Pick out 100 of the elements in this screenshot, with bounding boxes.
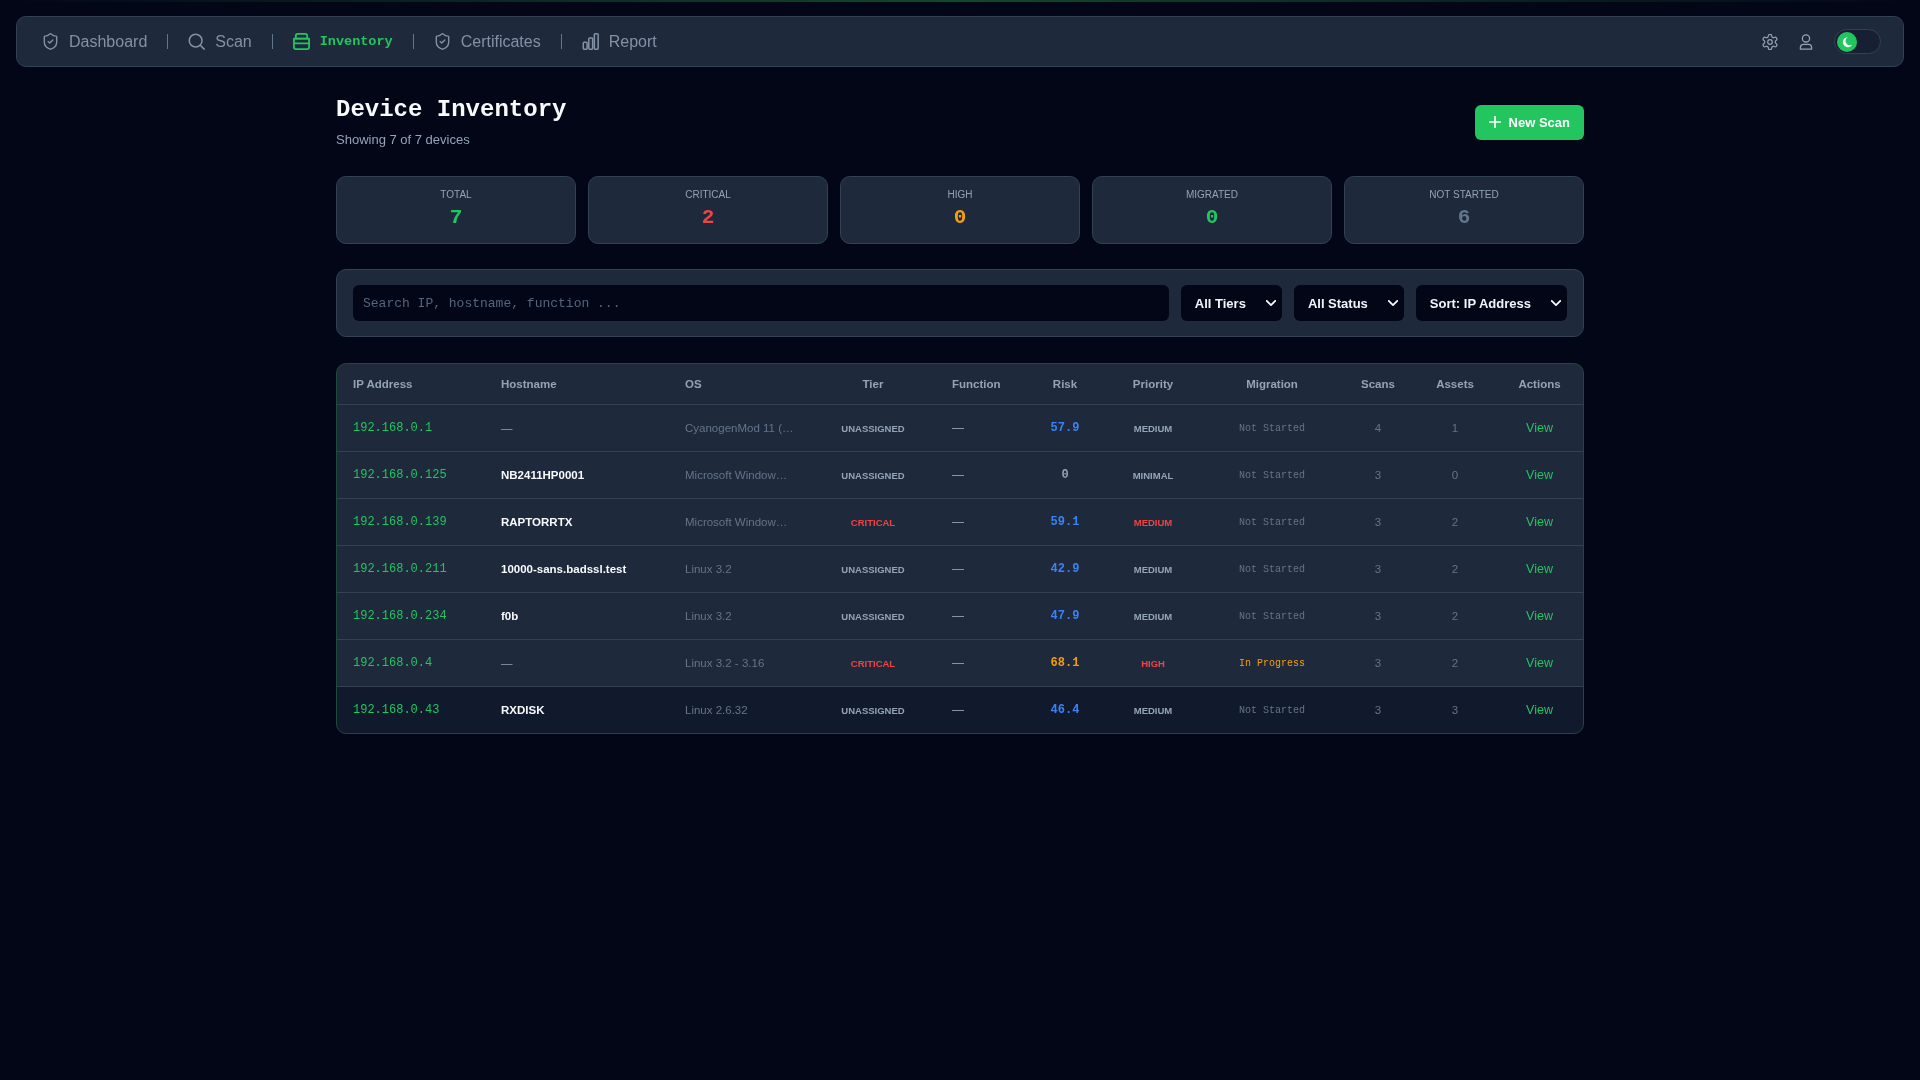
scan-count: 3: [1374, 610, 1382, 622]
ip-address-text: 192.168.0.125: [353, 468, 447, 482]
column-header: Priority: [1132, 378, 1174, 390]
search-icon: [188, 33, 206, 50]
tier-label: UNASSIGNED: [841, 610, 905, 622]
settings-icon[interactable]: [1762, 33, 1778, 50]
hostname-text: RXDISK: [501, 704, 545, 716]
risk-score: 42.9: [1050, 562, 1080, 576]
stat-value: 0: [953, 205, 967, 231]
ip-address-text: 192.168.0.211: [353, 562, 447, 576]
migration-status: In Progress: [1239, 657, 1305, 669]
nav-tab[interactable]: Scan: [188, 32, 252, 51]
scan-count: 3: [1374, 704, 1382, 716]
ip-address-text: 192.168.0.234: [353, 609, 447, 623]
migration-status: Not Started: [1239, 516, 1305, 528]
column-header: Migration: [1246, 378, 1298, 390]
shield-check-icon: [433, 33, 451, 50]
ip-address-text: 192.168.0.43: [353, 703, 440, 717]
stat-value: 2: [701, 205, 715, 231]
view-link[interactable]: View: [1526, 562, 1553, 576]
nav-tab[interactable]: Certificates: [433, 32, 541, 51]
stat-label: NOT STARTED: [1429, 188, 1499, 202]
asset-count: 0: [1451, 469, 1459, 481]
priority-label: MEDIUM: [1133, 610, 1173, 622]
asset-count: 2: [1451, 516, 1459, 528]
tier-label: CRITICAL: [850, 516, 896, 528]
stat-value: 6: [1457, 205, 1471, 231]
view-link[interactable]: View: [1526, 703, 1553, 717]
theme-toggle[interactable]: [1834, 29, 1881, 54]
nav-tab[interactable]: Dashboard: [42, 32, 148, 51]
function-text: —: [952, 421, 964, 435]
filter-dropdown[interactable]: All Status: [1293, 285, 1404, 321]
bar-chart-icon: [581, 33, 599, 50]
ip-address-text: 192.168.0.1: [353, 421, 433, 435]
asset-count: 2: [1451, 657, 1459, 669]
hostname-text: RAPTORRTX: [501, 516, 573, 528]
tier-label: UNASSIGNED: [841, 563, 905, 575]
os-text: Linux 3.2: [685, 563, 732, 575]
device-count-text: Showing 7 of 7 devices: [336, 131, 471, 149]
hostname-text: 10000-sans.badssl.test: [501, 563, 627, 575]
function-text: —: [952, 562, 964, 576]
scan-count: 3: [1374, 469, 1382, 481]
ip-address-text: 192.168.0.139: [353, 515, 447, 529]
view-link[interactable]: View: [1526, 609, 1553, 623]
risk-score: 0: [1061, 468, 1069, 482]
stat-label: CRITICAL: [685, 188, 731, 202]
priority-label: HIGH: [1141, 657, 1165, 669]
os-text: CyanogenMod 11 (…: [685, 422, 794, 434]
migration-status: Not Started: [1239, 704, 1305, 716]
ip-address-text: 192.168.0.4: [353, 656, 433, 670]
tier-label: UNASSIGNED: [841, 469, 905, 481]
os-text: Microsoft Window…: [685, 469, 788, 481]
column-header: Actions: [1518, 378, 1561, 390]
view-link[interactable]: View: [1526, 468, 1553, 482]
view-link[interactable]: View: [1526, 656, 1553, 670]
hostname-text: f0b: [501, 610, 519, 622]
column-header: Scans: [1361, 378, 1395, 390]
os-text: Microsoft Window…: [685, 516, 788, 528]
user-icon[interactable]: [1798, 33, 1814, 50]
priority-label: MEDIUM: [1133, 563, 1173, 575]
scan-count: 3: [1374, 563, 1382, 575]
stat-label: TOTAL: [440, 188, 472, 202]
tier-label: UNASSIGNED: [841, 704, 905, 716]
asset-count: 1: [1451, 422, 1459, 434]
filter-dropdown[interactable]: All Tiers: [1180, 285, 1282, 321]
filter-dropdown[interactable]: Sort: IP Address: [1415, 285, 1567, 321]
priority-label: MEDIUM: [1133, 516, 1173, 528]
shield-check-icon: [42, 33, 59, 50]
migration-status: Not Started: [1239, 422, 1305, 434]
column-header: Risk: [1052, 378, 1078, 390]
column-header: OS: [685, 378, 702, 390]
hostname-text: —: [501, 422, 513, 434]
tier-label: UNASSIGNED: [841, 422, 905, 434]
risk-score: 68.1: [1050, 656, 1080, 670]
migration-status: Not Started: [1239, 563, 1305, 575]
view-link[interactable]: View: [1526, 421, 1553, 435]
page-title: Device Inventory: [336, 95, 567, 125]
column-header: Tier: [862, 378, 884, 390]
column-header: Assets: [1436, 378, 1474, 390]
tier-label: CRITICAL: [850, 657, 896, 669]
chevron-down-icon: [1265, 300, 1276, 306]
risk-score: 46.4: [1050, 703, 1080, 717]
hostname-text: —: [501, 657, 513, 669]
chevron-down-icon: [1551, 300, 1561, 306]
nav-tab[interactable]: Report: [581, 32, 657, 51]
hostname-text: NB2411HP0001: [501, 469, 585, 481]
risk-score: 57.9: [1050, 421, 1080, 435]
view-link[interactable]: View: [1526, 515, 1553, 529]
function-text: —: [952, 609, 964, 623]
function-text: —: [952, 656, 964, 670]
chevron-down-icon: [1387, 300, 1398, 306]
priority-label: MINIMAL: [1132, 469, 1174, 481]
priority-label: MEDIUM: [1133, 704, 1173, 716]
stat-value: 0: [1205, 205, 1219, 231]
scan-count: 3: [1374, 516, 1382, 528]
nav-tab[interactable]: Inventory: [292, 33, 393, 50]
function-text: —: [952, 468, 964, 482]
function-text: —: [952, 515, 964, 529]
column-header: Function: [952, 378, 1001, 390]
search-field[interactable]: Search IP, hostname, function ...: [353, 285, 1169, 321]
